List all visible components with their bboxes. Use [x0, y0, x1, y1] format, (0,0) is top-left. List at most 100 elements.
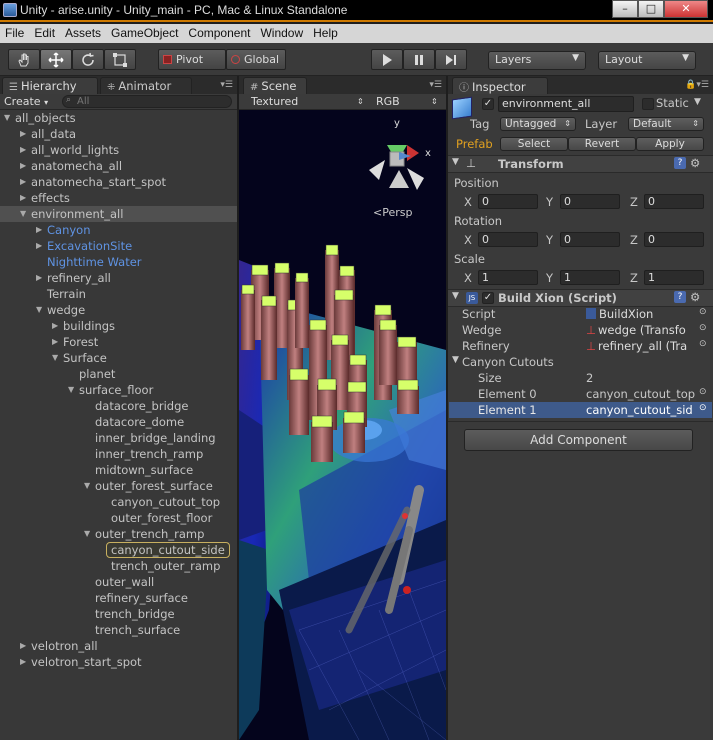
pause-button[interactable]: [403, 49, 435, 70]
expanded-arrow-icon[interactable]: ▼: [20, 206, 26, 222]
hierarchy-row[interactable]: ▶ Canyon: [0, 222, 237, 238]
hierarchy-row[interactable]: trench_surface: [0, 622, 237, 638]
size-field[interactable]: 2: [586, 371, 593, 385]
rotation-y-field[interactable]: 0: [560, 232, 620, 247]
render-mode-dropdown[interactable]: Textured: [251, 95, 298, 108]
prefab-apply-button[interactable]: Apply: [636, 137, 704, 151]
hierarchy-row[interactable]: ▶ all_world_lights: [0, 142, 237, 158]
menu-gameobject[interactable]: GameObject: [106, 24, 183, 43]
panel-menu-icon[interactable]: ▾☰: [429, 80, 442, 90]
rotation-z-field[interactable]: 0: [644, 232, 704, 247]
element0-field[interactable]: canyon_cutout_top: [586, 387, 695, 401]
hierarchy-row[interactable]: ▼ all_objects: [0, 110, 237, 126]
tab-hierarchy[interactable]: ☰ Hierarchy: [2, 77, 98, 94]
menu-file[interactable]: File: [0, 24, 29, 43]
hierarchy-search-input[interactable]: ⌕ All: [62, 95, 232, 108]
static-checkbox[interactable]: [642, 98, 654, 110]
prefab-select-button[interactable]: Select: [500, 137, 568, 151]
tab-inspector[interactable]: ⓘ Inspector: [452, 77, 548, 94]
hierarchy-row[interactable]: ▶ velotron_start_spot: [0, 654, 237, 670]
hierarchy-row[interactable]: canyon_cutout_side: [0, 542, 237, 558]
expanded-arrow-icon[interactable]: ▼: [36, 302, 42, 318]
object-picker-icon[interactable]: ⊙: [699, 339, 707, 349]
hierarchy-row[interactable]: ▶ Forest: [0, 334, 237, 350]
hierarchy-row[interactable]: ▼ Surface: [0, 350, 237, 366]
help-icon[interactable]: ?: [674, 157, 686, 169]
scale-y-field[interactable]: 1: [560, 270, 620, 285]
collapsed-arrow-icon[interactable]: ▶: [20, 126, 26, 142]
layer-dropdown[interactable]: Default ⇕: [628, 117, 704, 131]
gear-icon[interactable]: ⚙: [690, 156, 700, 170]
hierarchy-row[interactable]: ▶ all_data: [0, 126, 237, 142]
collapsed-arrow-icon[interactable]: ▶: [20, 174, 26, 190]
global-toggle[interactable]: Global: [226, 49, 286, 70]
tab-animator[interactable]: ⁜ Animator: [100, 77, 192, 94]
hand-tool-button[interactable]: [8, 49, 40, 70]
hierarchy-row[interactable]: ▼ outer_forest_surface: [0, 478, 237, 494]
maximize-button[interactable]: □: [638, 0, 664, 18]
menu-help[interactable]: Help: [308, 24, 343, 43]
active-checkbox[interactable]: ✓: [482, 98, 494, 110]
expanded-arrow-icon[interactable]: ▼: [84, 478, 90, 494]
layout-dropdown[interactable]: Layout ▼: [598, 51, 696, 70]
collapsed-arrow-icon[interactable]: ▶: [20, 158, 26, 174]
collapsed-arrow-icon[interactable]: ▶: [20, 190, 26, 206]
hierarchy-row[interactable]: ▶ velotron_all: [0, 638, 237, 654]
position-x-field[interactable]: 0: [478, 194, 538, 209]
prefab-revert-button[interactable]: Revert: [568, 137, 636, 151]
collapsed-arrow-icon[interactable]: ▶: [52, 318, 58, 334]
rotate-tool-button[interactable]: [72, 49, 104, 70]
script-enabled-checkbox[interactable]: ✓: [482, 292, 494, 304]
hierarchy-row[interactable]: inner_trench_ramp: [0, 446, 237, 462]
move-tool-button[interactable]: [40, 49, 72, 70]
collapsed-arrow-icon[interactable]: ▶: [20, 654, 26, 670]
menu-edit[interactable]: Edit: [29, 24, 60, 43]
tab-scene[interactable]: # Scene: [243, 77, 307, 94]
step-button[interactable]: [435, 49, 467, 70]
hierarchy-row[interactable]: ▼ surface_floor: [0, 382, 237, 398]
collapsed-arrow-icon[interactable]: ▶: [36, 270, 42, 286]
position-z-field[interactable]: 0: [644, 194, 704, 209]
collapsed-arrow-icon[interactable]: ▶: [20, 638, 26, 654]
object-picker-icon[interactable]: ⊙: [699, 323, 707, 333]
object-picker-icon[interactable]: ⊙: [699, 403, 707, 413]
hierarchy-row[interactable]: datacore_dome: [0, 414, 237, 430]
collapsed-arrow-icon[interactable]: ▶: [52, 334, 58, 350]
create-dropdown[interactable]: Create ▾: [4, 95, 48, 108]
hierarchy-row[interactable]: outer_forest_floor: [0, 510, 237, 526]
hierarchy-row[interactable]: ▶ refinery_all: [0, 270, 237, 286]
hierarchy-row[interactable]: ▼ environment_all: [0, 206, 237, 222]
layers-dropdown[interactable]: Layers ▼: [488, 51, 586, 70]
close-button[interactable]: ✕: [664, 0, 708, 18]
build-xion-script-header[interactable]: ▼ JS ✓ Build Xion (Script) ? ⚙: [448, 289, 713, 307]
gear-icon[interactable]: ⚙: [690, 290, 700, 304]
tag-dropdown[interactable]: Untagged ⇕: [500, 117, 576, 131]
hierarchy-row[interactable]: datacore_bridge: [0, 398, 237, 414]
chevron-down-icon[interactable]: ▼: [694, 97, 701, 107]
hierarchy-row[interactable]: ▼ wedge: [0, 302, 237, 318]
scene-viewport[interactable]: y x <Persp: [239, 110, 446, 740]
hierarchy-row[interactable]: outer_wall: [0, 574, 237, 590]
hierarchy-row[interactable]: midtown_surface: [0, 462, 237, 478]
hierarchy-row[interactable]: ▶ anatomecha_all: [0, 158, 237, 174]
persp-label[interactable]: <Persp: [373, 206, 412, 219]
rotation-x-field[interactable]: 0: [478, 232, 538, 247]
script-field[interactable]: BuildXion: [586, 307, 653, 321]
hierarchy-row[interactable]: trench_bridge: [0, 606, 237, 622]
hierarchy-row[interactable]: ▶ buildings: [0, 318, 237, 334]
menu-window[interactable]: Window: [255, 24, 308, 43]
collapsed-arrow-icon[interactable]: ▶: [20, 142, 26, 158]
expanded-arrow-icon[interactable]: ▼: [52, 350, 58, 366]
expanded-arrow-icon[interactable]: ▼: [68, 382, 74, 398]
expanded-arrow-icon[interactable]: ▼: [4, 110, 10, 126]
play-button[interactable]: [371, 49, 403, 70]
hierarchy-row[interactable]: ▶ ExcavationSite: [0, 238, 237, 254]
menu-component[interactable]: Component: [183, 24, 255, 43]
minimize-button[interactable]: –: [612, 0, 638, 18]
wedge-field[interactable]: ⊥ wedge (Transfo: [586, 323, 686, 337]
hierarchy-row[interactable]: inner_bridge_landing: [0, 430, 237, 446]
hierarchy-row[interactable]: ▼ outer_trench_ramp: [0, 526, 237, 542]
hierarchy-row[interactable]: ▶ anatomecha_start_spot: [0, 174, 237, 190]
pivot-toggle[interactable]: Pivot: [158, 49, 226, 70]
expanded-arrow-icon[interactable]: ▼: [84, 526, 90, 542]
